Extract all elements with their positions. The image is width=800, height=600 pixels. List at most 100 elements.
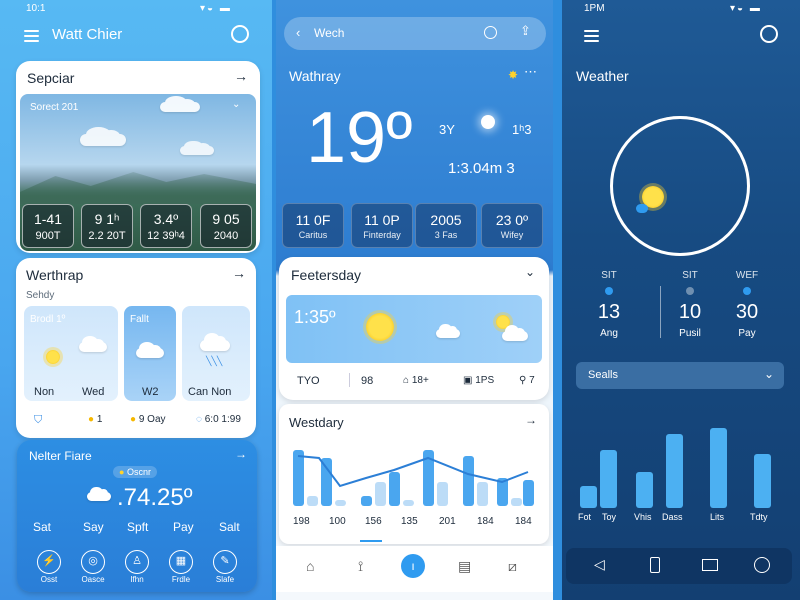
x-label: 156 bbox=[365, 516, 382, 527]
share-icon[interactable]: ⇪ bbox=[520, 23, 531, 39]
wind-icon[interactable]: ⚡ bbox=[37, 550, 61, 574]
search-icon[interactable] bbox=[231, 25, 249, 43]
current-temperature: 19º bbox=[306, 98, 413, 178]
back-triangle-icon[interactable]: ◁ bbox=[594, 556, 605, 573]
arrow-right-icon[interactable]: → bbox=[235, 447, 247, 461]
clock-icon[interactable] bbox=[754, 557, 770, 573]
card-title: Werthrap bbox=[26, 267, 84, 283]
chart-bar bbox=[580, 486, 597, 508]
metric-tile[interactable]: 2005 3 Fas bbox=[415, 203, 477, 248]
x-label: 198 bbox=[293, 516, 310, 527]
x-label: 135 bbox=[401, 516, 418, 527]
arrow-right-icon[interactable]: → bbox=[232, 265, 246, 281]
forecast-value: 98 bbox=[361, 375, 374, 387]
search-input[interactable]: Wech bbox=[314, 26, 344, 40]
button-label: Ifhn bbox=[130, 575, 144, 584]
chevron-down-icon: ⌄ bbox=[764, 367, 775, 381]
system-navigation: ◁ bbox=[566, 548, 792, 584]
history-chart bbox=[293, 448, 539, 506]
forecast-tile[interactable]: Brodl 1º Non Wed bbox=[24, 306, 118, 401]
location-title: Wathray bbox=[289, 68, 341, 84]
page-title: Weather bbox=[576, 68, 629, 84]
day-forecast-card[interactable]: Feetersday ⌄ 1:35º TYO 98 ⌂ 18+ ▣ 1PS ⚲ … bbox=[279, 257, 549, 400]
forecast-value: ▣ 1PS bbox=[463, 375, 495, 386]
phone-icon[interactable] bbox=[650, 557, 660, 573]
metric-tile[interactable]: 23 0º Wifey bbox=[481, 203, 543, 248]
bar-label: Dass bbox=[662, 512, 683, 522]
metric-tile[interactable]: 11 0F Caritus bbox=[282, 203, 344, 248]
stat-tile: 3.4º 12 39ʰ4 bbox=[140, 204, 192, 248]
stat-column[interactable]: SIT 10 Pusil bbox=[665, 270, 715, 339]
bar-label: Lits bbox=[710, 512, 725, 522]
chevron-down-icon[interactable]: ⌄ bbox=[525, 265, 535, 279]
day-label: Spft bbox=[127, 520, 149, 534]
sun-icon bbox=[366, 313, 394, 341]
calendar-icon[interactable]: ▦ bbox=[169, 550, 193, 574]
card-title: Nelter Fiare bbox=[29, 449, 92, 463]
status-icons: ▾◒ ▬ bbox=[200, 3, 232, 14]
bottom-navigation: ⌂ ⟟ ı ▤ ⧄ bbox=[276, 540, 553, 592]
bar-label: Vhis bbox=[634, 512, 652, 522]
metric-tile[interactable]: 11 0P Finterday bbox=[351, 203, 413, 248]
status-time: 10:1 bbox=[26, 3, 46, 14]
pin-icon[interactable]: ⟟ bbox=[358, 558, 363, 575]
stat-tile: 9 05 2040 bbox=[200, 204, 252, 248]
image-icon[interactable]: ▤ bbox=[458, 558, 471, 575]
cloud-icon bbox=[636, 204, 648, 213]
search-icon[interactable] bbox=[484, 26, 497, 39]
location-chip[interactable]: ● Oscnr bbox=[113, 466, 157, 478]
day-label: Pay bbox=[173, 520, 194, 534]
bar-label: Toy bbox=[602, 512, 617, 522]
arrow-right-icon[interactable]: → bbox=[234, 68, 248, 84]
forecast-card[interactable]: Werthrap → Sehdy Brodl 1º Non Wed Fallt … bbox=[16, 258, 256, 438]
location-card[interactable]: Sepciar → Sorect 201 ⌄ 1-41 900T 9 1ʰ 2.2 … bbox=[16, 61, 260, 253]
settings-icon[interactable]: ⧄ bbox=[508, 558, 517, 575]
forecast-value: ⌂ 18+ bbox=[403, 375, 429, 386]
more-icon[interactable]: ⋯ bbox=[524, 64, 537, 80]
menu-icon[interactable] bbox=[584, 27, 599, 45]
compass-icon[interactable]: ı bbox=[401, 554, 425, 578]
cloud-icon bbox=[136, 342, 164, 358]
forecast-tile[interactable]: ╲╲╲ Can Non bbox=[182, 306, 250, 401]
app-title: Watt Chier bbox=[52, 26, 123, 43]
sun-small-icon: ✸ bbox=[508, 68, 519, 82]
cloud-icon bbox=[502, 325, 528, 341]
button-label: Osst bbox=[40, 575, 58, 584]
arrow-right-icon[interactable]: → bbox=[525, 413, 537, 427]
bar-label: Tdty bbox=[750, 512, 768, 522]
leaf-icon[interactable]: ✎ bbox=[213, 550, 237, 574]
back-icon[interactable]: ‹ bbox=[296, 25, 300, 40]
chart-bar bbox=[754, 454, 771, 508]
chevron-icon[interactable]: ⌄ bbox=[232, 99, 240, 110]
day-label: Sat bbox=[33, 520, 52, 534]
stat-tile: 1-41 900T bbox=[22, 204, 74, 248]
stat-column[interactable]: SIT 13 Ang bbox=[584, 270, 634, 339]
footer-value: ◌ 6:0 1:99 bbox=[196, 414, 241, 425]
umbrella-icon: ⛉ bbox=[34, 414, 43, 426]
x-label: 184 bbox=[477, 516, 494, 527]
gauge-icon[interactable]: ◎ bbox=[81, 550, 105, 574]
moon-icon bbox=[481, 115, 495, 129]
weather-panel-left: 10:1 ▾◒ ▬ Watt Chier Sepciar → Sorect 20… bbox=[0, 0, 272, 600]
history-card[interactable]: Westdary → 198 100 156 135 201 184 184 bbox=[279, 404, 549, 544]
home-icon[interactable]: ⌂ bbox=[306, 558, 314, 574]
x-label: 100 bbox=[329, 516, 346, 527]
forecast-tile-active[interactable]: Fallt W2 bbox=[124, 306, 176, 401]
time-reading: 1:3.04m 3 bbox=[448, 160, 515, 177]
day-label: Wed bbox=[82, 386, 105, 398]
menu-icon[interactable] bbox=[24, 27, 39, 45]
stat-column[interactable]: WEF 30 Pay bbox=[722, 270, 772, 339]
person-icon[interactable]: ♙ bbox=[125, 550, 149, 574]
search-bar[interactable]: ‹ Wech ⇪ bbox=[284, 17, 546, 50]
square-icon[interactable] bbox=[702, 559, 718, 571]
banner-temperature: 1:35º bbox=[294, 307, 336, 327]
chart-bar bbox=[636, 472, 653, 508]
trend-line bbox=[297, 455, 529, 488]
temperature-card[interactable]: Nelter Fiare → ● Oscnr .74.25º Sat Say S… bbox=[17, 440, 257, 592]
location-select[interactable]: Sealls ⌄ bbox=[576, 362, 784, 389]
x-label: 201 bbox=[439, 516, 456, 527]
button-label: Slafe bbox=[215, 575, 235, 584]
search-icon[interactable] bbox=[760, 25, 778, 43]
day-label: Salt bbox=[219, 520, 240, 534]
button-label: Frdle bbox=[171, 575, 191, 584]
